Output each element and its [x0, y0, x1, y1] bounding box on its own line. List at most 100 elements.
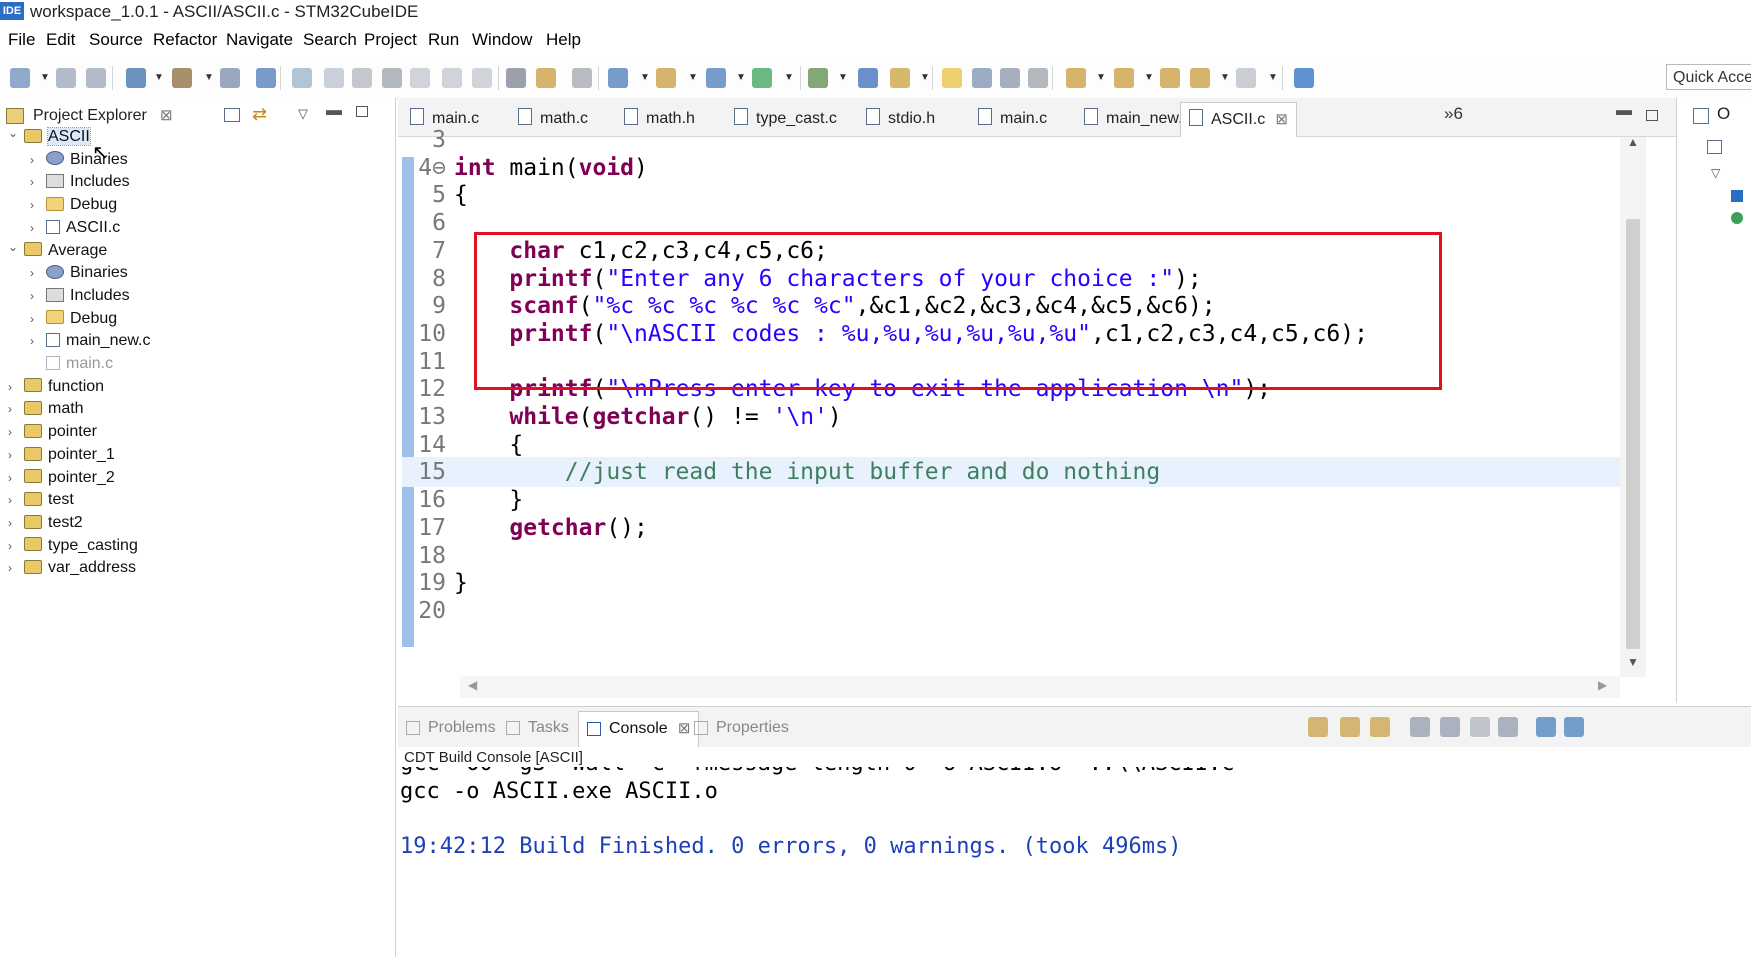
word-wrap-icon[interactable] — [972, 68, 992, 88]
step-over-icon[interactable] — [442, 68, 462, 88]
outline-collapse-icon[interactable] — [1707, 140, 1722, 154]
tab-console[interactable]: Console ⊠ — [578, 711, 700, 748]
menu-project[interactable]: Project — [364, 30, 417, 50]
pin-icon[interactable] — [890, 68, 910, 88]
scroll-up-icon[interactable]: ▲ — [1627, 135, 1639, 149]
outline-icon[interactable] — [1693, 108, 1709, 124]
build-all-icon[interactable] — [220, 68, 240, 88]
outline-item-icon[interactable] — [1731, 190, 1743, 202]
editor-maximize-icon[interactable] — [1646, 110, 1658, 121]
tree-item-debug[interactable]: › Debug — [30, 306, 117, 331]
quick-access-input[interactable]: Quick Acce — [1666, 64, 1751, 90]
console-menu-icon[interactable] — [1564, 717, 1584, 737]
link-with-editor-icon[interactable]: ⇄ — [252, 104, 267, 125]
menu-source[interactable]: Source — [89, 30, 143, 50]
editor-vertical-scrollbar[interactable]: ▲ ▼ — [1620, 135, 1646, 677]
dropdown-arrow-icon[interactable]: ▼ — [204, 72, 214, 83]
dropdown-arrow-icon[interactable]: ▼ — [154, 72, 164, 83]
dropdown-arrow-icon[interactable]: ▼ — [1144, 72, 1154, 83]
build-console[interactable]: CDT Build Console [ASCII] gcc -O0 -g3 -W… — [398, 747, 1751, 957]
code-line-20[interactable]: 20 — [402, 596, 1632, 626]
editor-minimize-icon[interactable]: ▬ — [1616, 102, 1632, 120]
tree-item-main-c[interactable]: main.c — [30, 351, 113, 376]
tree-item-test[interactable]: › test — [8, 487, 74, 512]
dropdown-arrow-icon[interactable]: ▼ — [1220, 72, 1230, 83]
code-line-3[interactable]: 3 — [402, 125, 1632, 155]
console-output[interactable]: gcc -O0 -g3 -Wall -c -fmessage-length=0 … — [398, 767, 1751, 957]
step-return-icon[interactable] — [472, 68, 492, 88]
menu-help[interactable]: Help — [546, 30, 581, 50]
terminate-icon[interactable] — [352, 68, 372, 88]
code-line-15[interactable]: 15 //just read the input buffer and do n… — [402, 457, 1632, 488]
open-element-icon[interactable] — [858, 68, 878, 88]
code-line-4[interactable]: 4⊖ int main(void) — [402, 153, 1632, 183]
code-line-5[interactable]: 5{ — [402, 180, 1632, 210]
chevron-down-icon[interactable]: ⌄ — [8, 235, 24, 260]
forward-icon[interactable] — [1236, 68, 1256, 88]
tree-item-pointer-2[interactable]: › pointer_2 — [8, 465, 115, 490]
outline-menu-icon[interactable]: ▽ — [1711, 166, 1720, 180]
close-icon[interactable]: ⊠ — [674, 720, 691, 737]
code-line-19[interactable]: 19} — [402, 568, 1632, 598]
word-wrap-console-icon[interactable] — [1370, 717, 1390, 737]
block-select-icon[interactable] — [1000, 68, 1020, 88]
build-config-icon[interactable] — [126, 68, 146, 88]
back-icon[interactable] — [1190, 68, 1210, 88]
last-edit-icon[interactable] — [1160, 68, 1180, 88]
clear-console-icon[interactable] — [1410, 717, 1430, 737]
pin-console-icon[interactable] — [1340, 717, 1360, 737]
menu-edit[interactable]: Edit — [46, 30, 75, 50]
dropdown-arrow-icon[interactable]: ▼ — [920, 72, 930, 83]
tree-item-pointer[interactable]: › pointer — [8, 419, 97, 444]
tree-item-includes[interactable]: › Includes — [30, 169, 130, 194]
menu-file[interactable]: File — [8, 30, 35, 50]
dropdown-arrow-icon[interactable]: ▼ — [688, 72, 698, 83]
tree-item-var-address[interactable]: › var_address — [8, 555, 136, 580]
new-console-icon[interactable] — [1536, 717, 1556, 737]
info-icon[interactable] — [1294, 68, 1314, 88]
external-tools-icon[interactable] — [572, 68, 592, 88]
code-line-14[interactable]: 14 { — [402, 430, 1632, 460]
skip-breakpoints-icon[interactable] — [536, 68, 556, 88]
show-whitespace-icon[interactable] — [1028, 68, 1048, 88]
console-line[interactable]: gcc -O0 -g3 -Wall -c -fmessage-length=0 … — [400, 767, 1248, 776]
save-icon[interactable] — [56, 68, 76, 88]
menu-search[interactable]: Search — [303, 30, 357, 50]
code-line-13[interactable]: 13 while(getchar() != '\n') — [402, 402, 1632, 432]
menu-window[interactable]: Window — [472, 30, 532, 50]
tree-item-includes[interactable]: › Includes — [30, 283, 130, 308]
dropdown-arrow-icon[interactable]: ▼ — [40, 72, 50, 83]
scroll-right-icon[interactable]: ▶ — [1598, 678, 1607, 692]
dropdown-arrow-icon[interactable]: ▼ — [838, 72, 848, 83]
disconnect-icon[interactable] — [382, 68, 402, 88]
suspend-icon[interactable] — [324, 68, 344, 88]
scroll-left-icon[interactable]: ◀ — [468, 678, 477, 692]
build-icon[interactable] — [172, 68, 192, 88]
menu-run[interactable]: Run — [428, 30, 459, 50]
tree-item-function[interactable]: › function — [8, 374, 104, 399]
project-explorer-tab-label[interactable]: Project Explorer — [33, 107, 147, 125]
tree-item-main-new-c[interactable]: › main_new.c — [30, 328, 151, 353]
menu-navigate[interactable]: Navigate — [226, 30, 293, 50]
view-menu-icon[interactable]: ▽ — [298, 106, 308, 122]
chevron-down-icon[interactable]: ⌄ — [8, 121, 24, 146]
mark-occurrences-icon[interactable] — [942, 68, 962, 88]
resume-icon[interactable] — [292, 68, 312, 88]
tree-item-test2[interactable]: › test2 — [8, 510, 83, 535]
dropdown-arrow-icon[interactable]: ▼ — [784, 72, 794, 83]
next-annotation-icon[interactable] — [1066, 68, 1086, 88]
code-editor[interactable]: 3 4⊖ int main(void) 5{6 7 char c1,c2,c3,c4,c… — [398, 127, 1676, 704]
scroll-down-icon[interactable]: ▼ — [1627, 655, 1639, 669]
open-console-icon[interactable] — [1440, 717, 1460, 737]
tree-item-average[interactable]: ⌄ Average — [8, 238, 107, 263]
prev-annotation-icon[interactable] — [1114, 68, 1134, 88]
console-line[interactable]: 19:42:12 Build Finished. 0 errors, 0 war… — [400, 834, 1181, 859]
tree-item-math[interactable]: › math — [8, 396, 84, 421]
code-line-17[interactable]: 17 getchar(); — [402, 513, 1632, 543]
tree-item-binaries[interactable]: › Binaries — [30, 260, 128, 285]
save-all-icon[interactable] — [86, 68, 106, 88]
code-line-16[interactable]: 16 } — [402, 485, 1632, 515]
tree-item-binaries[interactable]: › Binaries — [30, 147, 128, 172]
menu-refactor[interactable]: Refactor — [153, 30, 217, 50]
dropdown-arrow-icon[interactable]: ▼ — [736, 72, 746, 83]
